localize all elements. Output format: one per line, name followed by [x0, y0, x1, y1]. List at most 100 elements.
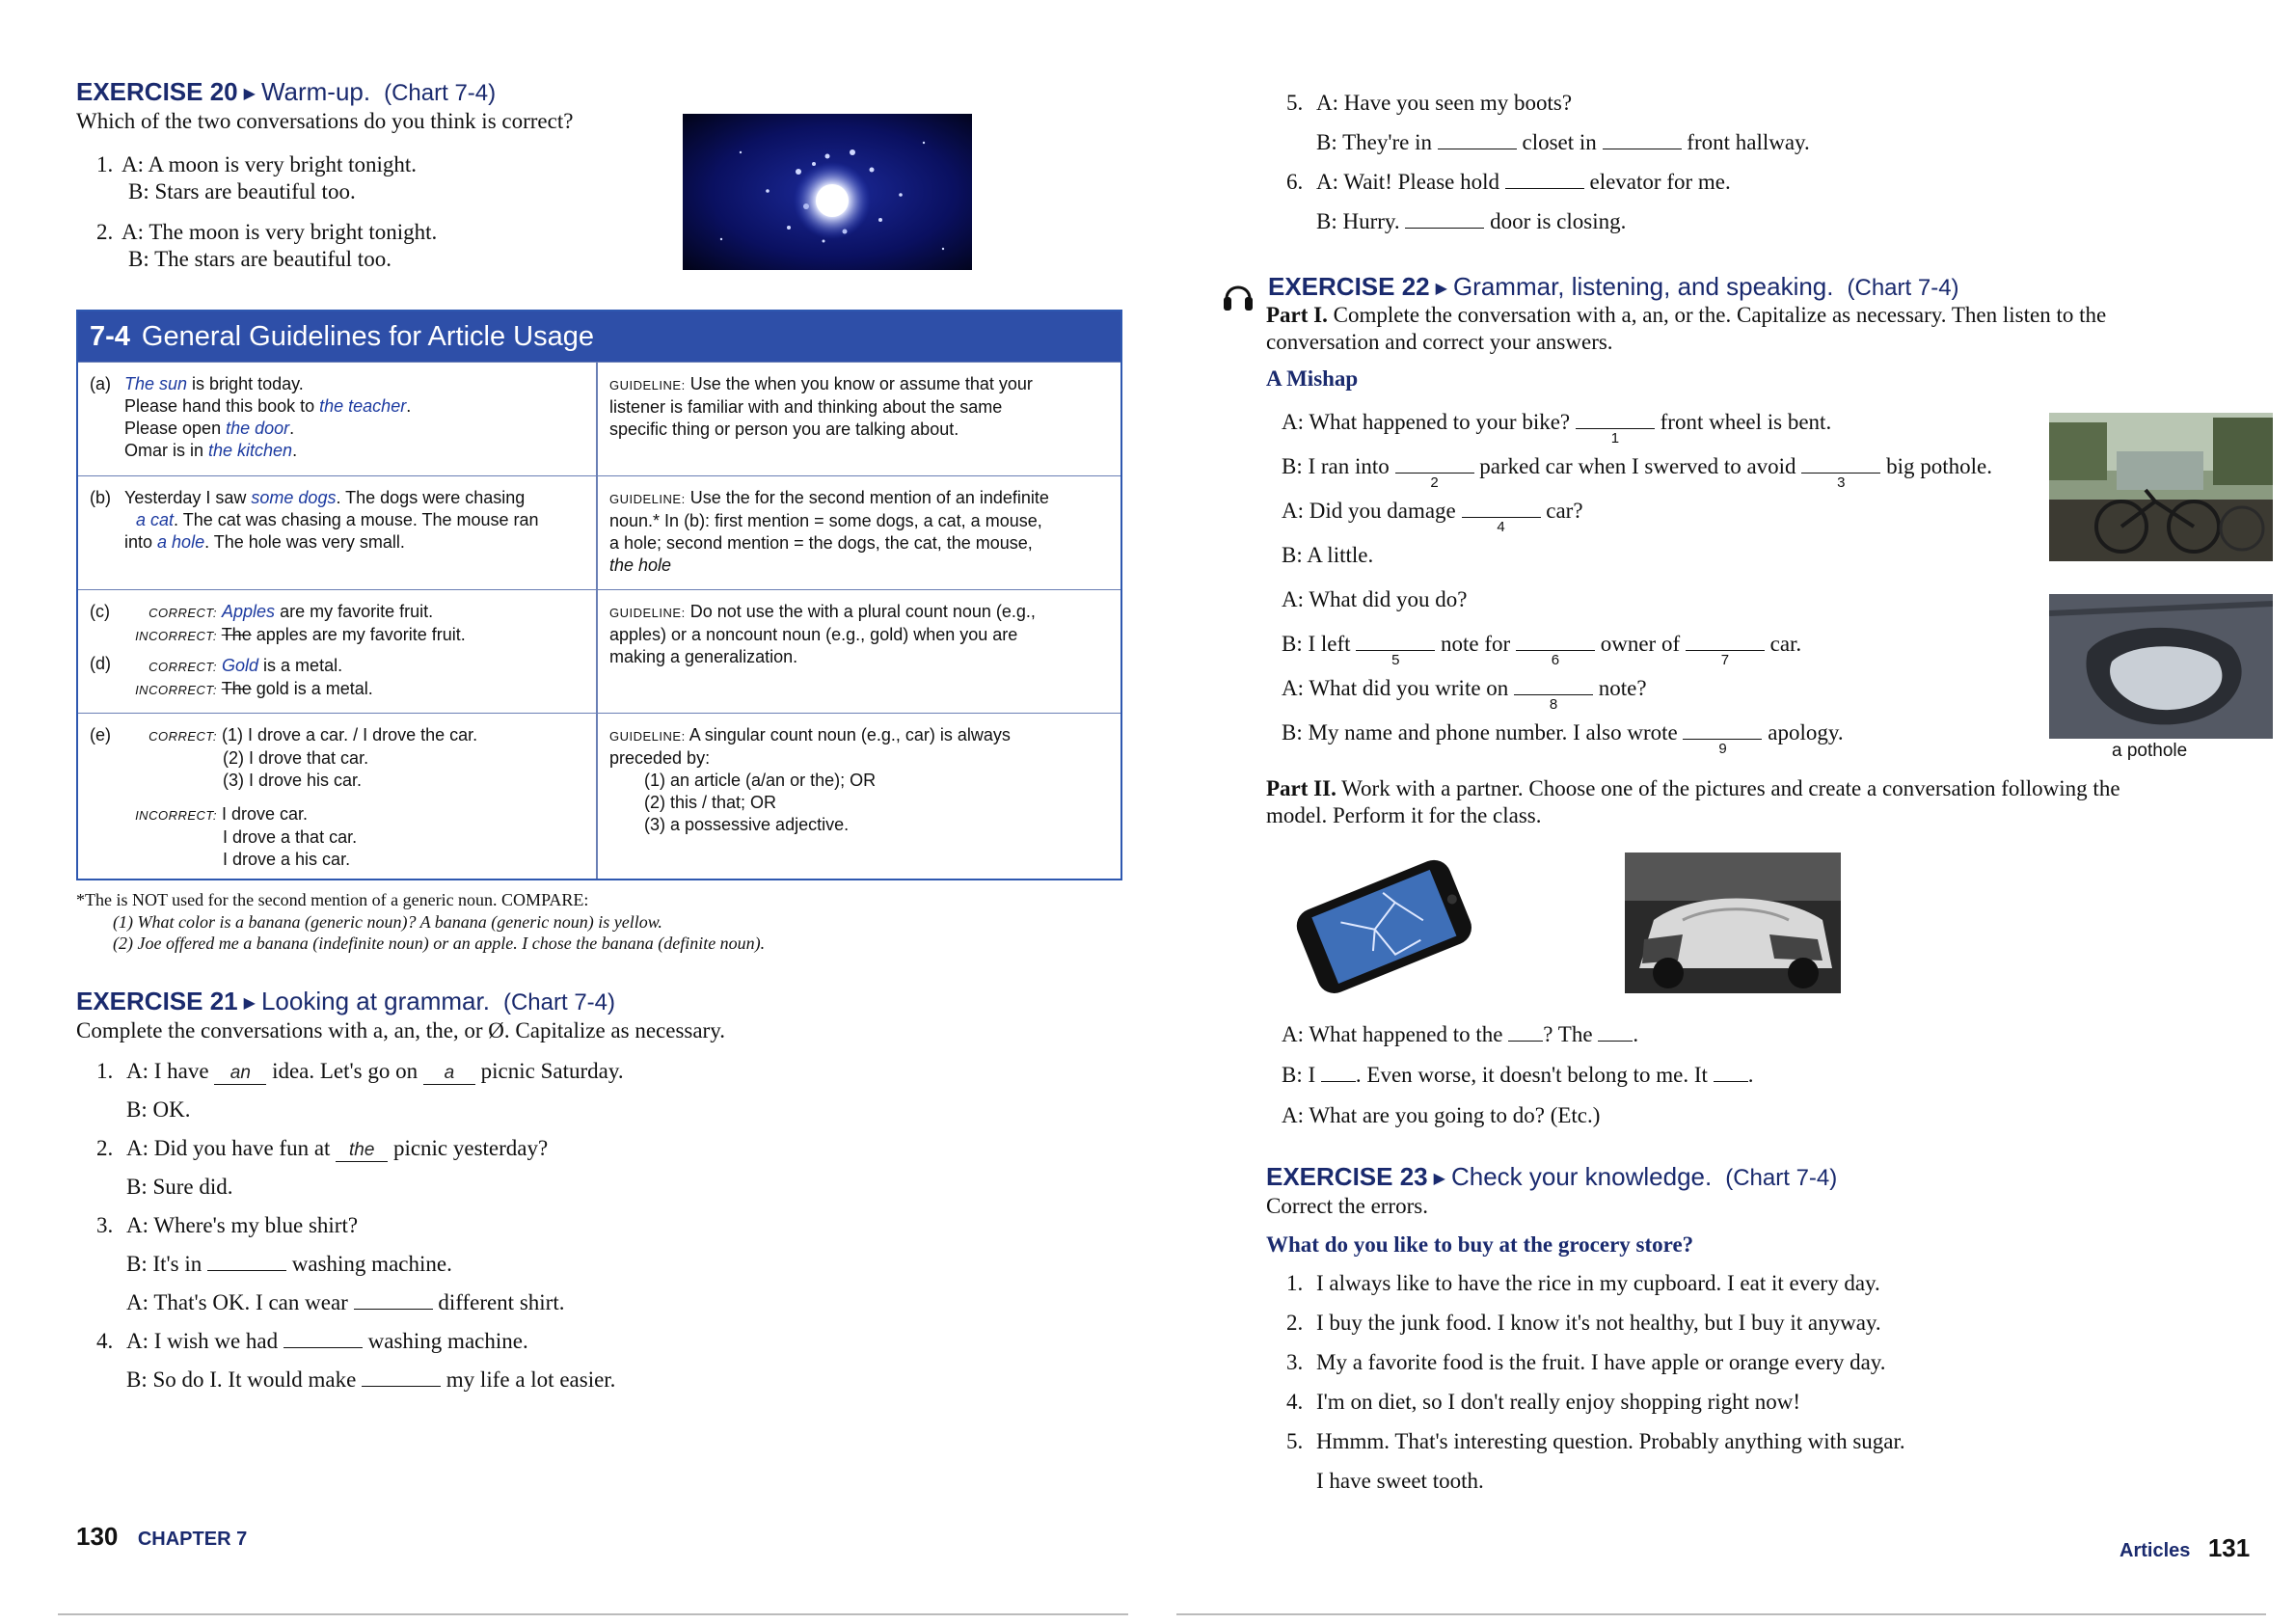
- item-number: 3.: [96, 1213, 114, 1237]
- part-2-instruction: Part II. Work with a partner. Choose one…: [1266, 776, 2120, 800]
- ex21-line: 6. A: Wait! Please hold elevator for me.: [1286, 170, 1731, 195]
- line-text: B: A little.: [1282, 543, 1374, 567]
- dialog-line: B: A little.: [1282, 543, 1373, 568]
- answer-blank: [1504, 171, 1584, 189]
- exercise-title: Warm-up.: [260, 77, 371, 106]
- footnote-line-3: (2) Joe offered me a banana (indefinite …: [113, 934, 766, 953]
- blank-number: 5: [1391, 652, 1400, 668]
- line-text: elevator for me.: [1583, 170, 1731, 194]
- answer-blank: 7: [1685, 633, 1765, 668]
- line-text: A: I have: [126, 1059, 215, 1083]
- exercise-title: Looking at grammar.: [260, 987, 490, 1015]
- model-line: A: What are you going to do? (Etc.): [1282, 1103, 1600, 1128]
- item-number: 4.: [96, 1329, 114, 1353]
- line-text: ? The: [1543, 1022, 1599, 1046]
- chart-title: General Guidelines for Article Usage: [141, 321, 594, 352]
- chart-reference: (Chart 7-4): [1725, 1165, 1838, 1191]
- dialog-line: B: I left 5 note for 6 owner of 7 car.: [1282, 632, 1801, 668]
- line-text: closet in: [1516, 130, 1603, 154]
- blank-number: 3: [1837, 474, 1846, 491]
- line-text: B: I: [1282, 1063, 1321, 1087]
- answer-blank: [1405, 210, 1485, 229]
- line-text: B: It's in: [126, 1252, 208, 1276]
- row-a-label: (a): [90, 374, 111, 393]
- line-text: A: Wait! Please hold: [1316, 170, 1505, 194]
- chart-title-band: 7-4 General Guidelines for Article Usage: [78, 311, 1120, 362]
- item-text: I buy the junk food. I know it's not hea…: [1316, 1311, 1881, 1335]
- row-b-label: (b): [90, 488, 111, 507]
- ex21-line: B: Hurry. door is closing.: [1316, 209, 1626, 234]
- line-text: A: I wish we had: [126, 1329, 284, 1353]
- filled-answer: a: [422, 1063, 475, 1085]
- ex23-item: 2. I buy the junk food. I know it's not h…: [1286, 1311, 1881, 1336]
- row-c-label: (c): [90, 602, 110, 621]
- ex23-item: 5. Hmmm. That's interesting question. Pro…: [1286, 1429, 1905, 1454]
- right-page: 5. A: Have you seen my boots? B: They're i…: [1148, 0, 2295, 1624]
- triangle-marker-icon: ▶: [1435, 281, 1447, 297]
- row-d-label: (d): [90, 654, 111, 673]
- exercise-number: EXERCISE 20: [76, 77, 238, 106]
- item-text: I'm on diet, so I don't really enjoy sho…: [1316, 1390, 1801, 1414]
- exercise-title: Grammar, listening, and speaking.: [1452, 272, 1834, 301]
- part-1-instruction: Part I. Complete the conversation with a…: [1266, 303, 2107, 327]
- answer-blank: [1320, 1064, 1356, 1082]
- ex21-line: 2. A: Did you have fun at the picnic yest…: [96, 1136, 548, 1162]
- ex21-line: B: Sure did.: [126, 1175, 233, 1200]
- line-text: picnic yesterday?: [388, 1136, 549, 1160]
- blank-number: 8: [1549, 696, 1558, 713]
- answer-blank: [1437, 131, 1517, 149]
- dialog-line: A: What did you write on 8 note?: [1282, 676, 1647, 713]
- exercise-number: EXERCISE 23: [1266, 1162, 1428, 1191]
- headphones-icon: [1224, 285, 1253, 311]
- answer-blank: [283, 1330, 363, 1348]
- item-text: Hmmm. That's interesting question. Proba…: [1316, 1429, 1905, 1453]
- model-line: B: I . Even worse, it doesn't belong to …: [1282, 1063, 1753, 1088]
- row-c-d-examples: CORRECT: Apples are my favorite fruit. I…: [135, 602, 466, 698]
- answer-blank: 4: [1461, 500, 1541, 535]
- item-number: 5.: [1286, 1429, 1304, 1453]
- line-text: B: They're in: [1316, 130, 1438, 154]
- ex21-line: 5. A: Have you seen my boots?: [1286, 91, 1572, 116]
- ex20-item-2b: B: The stars are beautiful too.: [128, 247, 392, 271]
- dialog-line: A: Did you damage 4 car?: [1282, 499, 1583, 535]
- item-number: 2.: [1286, 1311, 1304, 1335]
- row-a-guideline: GUIDELINE: Use the when you know or assu…: [609, 374, 1033, 439]
- ex21-line: B: It's in washing machine.: [126, 1252, 452, 1277]
- blank-number: 4: [1497, 519, 1505, 535]
- ex20-item-1a: 1. A: A moon is very bright tonight.: [96, 152, 418, 176]
- line-text: B: I left: [1282, 632, 1357, 656]
- triangle-marker-icon: ▶: [1433, 1171, 1445, 1187]
- line-text: B: OK.: [126, 1097, 191, 1122]
- line-text: owner of: [1594, 632, 1686, 656]
- part-1-instruction-line-2: conversation and correct your answers.: [1266, 330, 1613, 354]
- section-label: Articles: [2120, 1540, 2191, 1561]
- ex23-item: 3. My a favorite food is the fruit. I hav…: [1286, 1350, 1886, 1375]
- line-text: A: What did you write on: [1282, 676, 1515, 700]
- exercise-title: Check your knowledge.: [1450, 1162, 1713, 1191]
- left-page: EXERCISE 20 ▶ Warm-up. (Chart 7-4) Which of…: [0, 0, 1148, 1624]
- exercise-22-heading: EXERCISE 22 ▶ Grammar, listening, and spea…: [1268, 272, 1959, 302]
- answer-blank: [353, 1291, 433, 1310]
- chart-number: 7-4: [90, 321, 130, 352]
- triangle-marker-icon: ▶: [243, 995, 256, 1012]
- ex21-line: 4. A: I wish we had washing machine.: [96, 1329, 528, 1354]
- page-number: 130: [76, 1522, 119, 1551]
- row-e-examples: CORRECT: (1) I drove a car. / I drove th…: [135, 725, 478, 869]
- blank-number: 6: [1551, 652, 1560, 668]
- blank-number: 9: [1718, 741, 1727, 757]
- page-folio-left: 130 CHAPTER 7: [76, 1522, 247, 1552]
- cracked-phone-image: [1296, 859, 1472, 993]
- filled-answer: an: [214, 1063, 267, 1085]
- line-text: B: Hurry.: [1316, 209, 1406, 233]
- line-text: A: Have you seen my boots?: [1316, 91, 1573, 115]
- item-number: 1.: [96, 1059, 114, 1083]
- answer-blank: 6: [1515, 633, 1595, 668]
- answer-blank: 9: [1683, 721, 1763, 757]
- exercise-23-heading: EXERCISE 23 ▶ Check your knowledge. (Chart …: [1266, 1162, 1837, 1192]
- dialog-line: B: I ran into 2 parked car when I swerve…: [1282, 454, 1992, 491]
- line-text: B: Sure did.: [126, 1175, 233, 1199]
- item-text: My a favorite food is the fruit. I have …: [1316, 1350, 1886, 1374]
- ex23-item: 4. I'm on diet, so I don't really enjoy s…: [1286, 1390, 1800, 1415]
- night-sky-moon-image: [683, 114, 972, 270]
- ex21-line: 1. A: I have an idea. Let's go on a picni…: [96, 1059, 624, 1085]
